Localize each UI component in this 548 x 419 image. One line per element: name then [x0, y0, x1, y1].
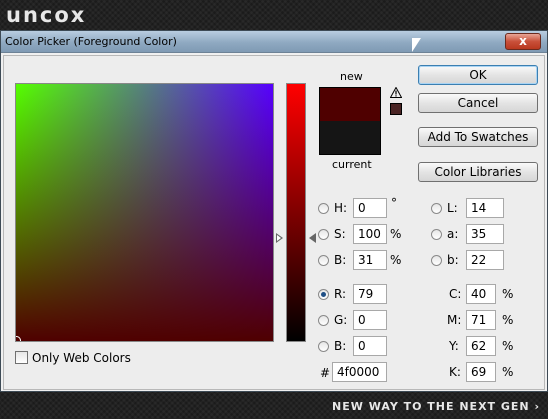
label-b: B:	[334, 253, 347, 267]
gamut-color-swatch[interactable]	[390, 103, 402, 115]
unit-c: %	[502, 287, 514, 301]
input-c[interactable]: 40	[466, 284, 496, 304]
unit-b: %	[390, 253, 402, 267]
cancel-button[interactable]: Cancel	[418, 93, 538, 113]
unit-h: °	[391, 196, 397, 210]
color-libraries-button[interactable]: Color Libraries	[418, 162, 538, 182]
unit-m: %	[502, 313, 514, 327]
radio-b[interactable]	[318, 255, 329, 266]
input-a[interactable]: 35	[466, 224, 504, 244]
radio-l[interactable]	[431, 203, 442, 214]
radio-blue[interactable]	[318, 341, 329, 352]
only-web-colors-checkbox[interactable]	[15, 351, 28, 364]
add-to-swatches-button[interactable]: Add To Swatches	[418, 127, 538, 147]
window-title: Color Picker (Foreground Color)	[5, 35, 177, 48]
label-g: G:	[334, 313, 348, 327]
slider-handle-right-icon[interactable]	[309, 233, 316, 243]
input-y[interactable]: 62	[466, 336, 496, 356]
label-blue: B:	[334, 339, 347, 353]
input-b[interactable]: 31	[353, 250, 387, 270]
unit-y: %	[502, 339, 514, 353]
radio-a[interactable]	[431, 229, 442, 240]
brand-tagline: NEW WAY TO THE NEXT GEN ›	[332, 400, 540, 413]
current-color-label: current	[332, 158, 372, 171]
label-y: Y:	[449, 339, 459, 353]
label-m: M:	[447, 313, 462, 327]
unit-k: %	[502, 365, 514, 379]
label-c: C:	[449, 287, 462, 301]
radio-g[interactable]	[318, 315, 329, 326]
input-h[interactable]: 0	[353, 198, 387, 218]
label-hex: #	[320, 366, 331, 380]
close-button[interactable]: x	[505, 33, 541, 50]
warning-icon[interactable]	[390, 87, 402, 98]
input-k[interactable]: 69	[466, 362, 496, 382]
current-color-swatch[interactable]	[319, 121, 381, 155]
radio-r[interactable]	[318, 289, 329, 300]
brand-logo: uncox	[6, 3, 87, 27]
color-slider[interactable]	[286, 83, 306, 342]
color-picker-window: Color Picker (Foreground Color) x new cu…	[0, 30, 548, 392]
input-m[interactable]: 71	[466, 310, 496, 330]
unit-s: %	[390, 227, 402, 241]
new-color-label: new	[340, 70, 363, 83]
close-icon: x	[519, 34, 527, 48]
label-a: a:	[447, 227, 459, 241]
dialog-body: new current OK Cancel Add To Swatches Co…	[3, 55, 545, 390]
input-blue[interactable]: 0	[353, 336, 387, 356]
label-k: K:	[449, 365, 461, 379]
new-color-swatch	[319, 87, 381, 121]
input-g[interactable]: 0	[353, 310, 387, 330]
radio-lab-b[interactable]	[431, 255, 442, 266]
slider-handle-left-icon[interactable]	[276, 233, 283, 243]
label-h: H:	[334, 201, 348, 215]
label-s: S:	[334, 227, 346, 241]
ok-button[interactable]: OK	[418, 65, 538, 85]
label-r: R:	[334, 287, 347, 301]
label-lab-b: b:	[447, 253, 459, 267]
input-s[interactable]: 100	[353, 224, 387, 244]
color-field[interactable]	[15, 83, 274, 342]
radio-s[interactable]	[318, 229, 329, 240]
input-lab-b[interactable]: 22	[466, 250, 504, 270]
input-r[interactable]: 79	[353, 284, 387, 304]
color-field-marker[interactable]	[16, 336, 21, 341]
only-web-colors-label[interactable]: Only Web Colors	[32, 351, 131, 365]
title-bar[interactable]: Color Picker (Foreground Color) x	[1, 31, 547, 53]
input-l[interactable]: 14	[466, 198, 504, 218]
input-hex[interactable]: 4f0000	[332, 362, 387, 382]
label-l: L:	[447, 201, 458, 215]
radio-h[interactable]	[318, 203, 329, 214]
cursor-icon	[412, 38, 421, 52]
